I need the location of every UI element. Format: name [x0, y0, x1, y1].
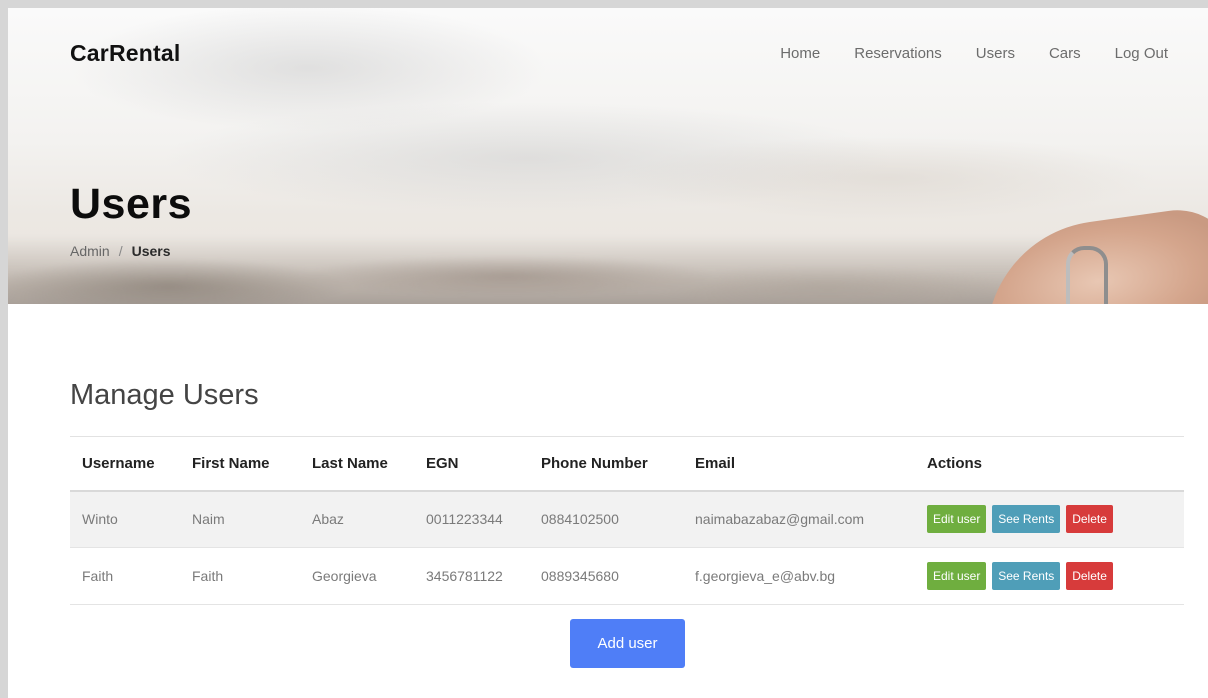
- cell-egn: 3456781122: [426, 568, 503, 584]
- add-user-button[interactable]: Add user: [570, 619, 685, 668]
- nav-reservations[interactable]: Reservations: [854, 45, 942, 62]
- delete-button[interactable]: Delete: [1066, 505, 1113, 534]
- key-ring-icon: [1066, 246, 1108, 304]
- edit-user-button[interactable]: Edit user: [927, 505, 987, 534]
- page-title: Users: [70, 180, 193, 228]
- hero-banner: CarRental Home Reservations Users Cars L…: [8, 8, 1208, 304]
- nav-cars[interactable]: Cars: [1049, 45, 1081, 62]
- header-username: Username: [82, 454, 155, 472]
- header-email: Email: [695, 454, 736, 472]
- brand-logo[interactable]: CarRental: [70, 40, 180, 67]
- table-row: Faith Faith Georgieva 3456781122 0889345…: [70, 548, 1184, 605]
- table-row: Winto Naim Abaz 0011223344 0884102500 na…: [70, 490, 1184, 548]
- cell-first-name: Faith: [192, 568, 224, 584]
- nav-users[interactable]: Users: [976, 45, 1015, 62]
- page: CarRental Home Reservations Users Cars L…: [8, 8, 1208, 698]
- section-title: Manage Users: [70, 379, 259, 411]
- cell-first-name: Naim: [192, 511, 225, 528]
- header-last-name: Last Name: [312, 454, 388, 472]
- see-rents-button[interactable]: See Rents: [992, 562, 1061, 590]
- table-header-row: Username First Name Last Name EGN Phone …: [70, 436, 1184, 491]
- breadcrumb-parent[interactable]: Admin: [70, 243, 110, 259]
- cell-phone: 0889345680: [541, 568, 619, 584]
- cell-last-name: Georgieva: [312, 568, 377, 584]
- breadcrumb-separator: /: [118, 243, 123, 259]
- see-rents-button[interactable]: See Rents: [992, 505, 1061, 534]
- breadcrumb: Admin / Users: [70, 243, 171, 259]
- cell-actions: Edit user See Rents Delete: [915, 548, 1184, 605]
- cell-email: f.georgieva_e@abv.bg: [695, 568, 836, 584]
- main-nav: Home Reservations Users Cars Log Out: [780, 45, 1168, 62]
- cell-email: naimabazabaz@gmail.com: [695, 511, 865, 528]
- nav-home[interactable]: Home: [780, 45, 820, 62]
- cell-username: Winto: [82, 511, 118, 528]
- delete-button[interactable]: Delete: [1066, 562, 1113, 590]
- cell-phone: 0884102500: [541, 511, 619, 528]
- header-first-name: First Name: [192, 454, 270, 472]
- header-phone: Phone Number: [541, 454, 648, 472]
- cell-username: Faith: [82, 568, 114, 584]
- header-egn: EGN: [426, 454, 459, 472]
- header-actions: Actions: [927, 454, 983, 472]
- cell-egn: 0011223344: [426, 511, 503, 528]
- breadcrumb-current: Users: [131, 243, 171, 259]
- nav-logout[interactable]: Log Out: [1115, 45, 1168, 62]
- users-table: Username First Name Last Name EGN Phone …: [70, 436, 1184, 605]
- cell-last-name: Abaz: [312, 511, 344, 528]
- edit-user-button[interactable]: Edit user: [927, 562, 987, 590]
- cell-actions: Edit user See Rents Delete: [915, 491, 1184, 548]
